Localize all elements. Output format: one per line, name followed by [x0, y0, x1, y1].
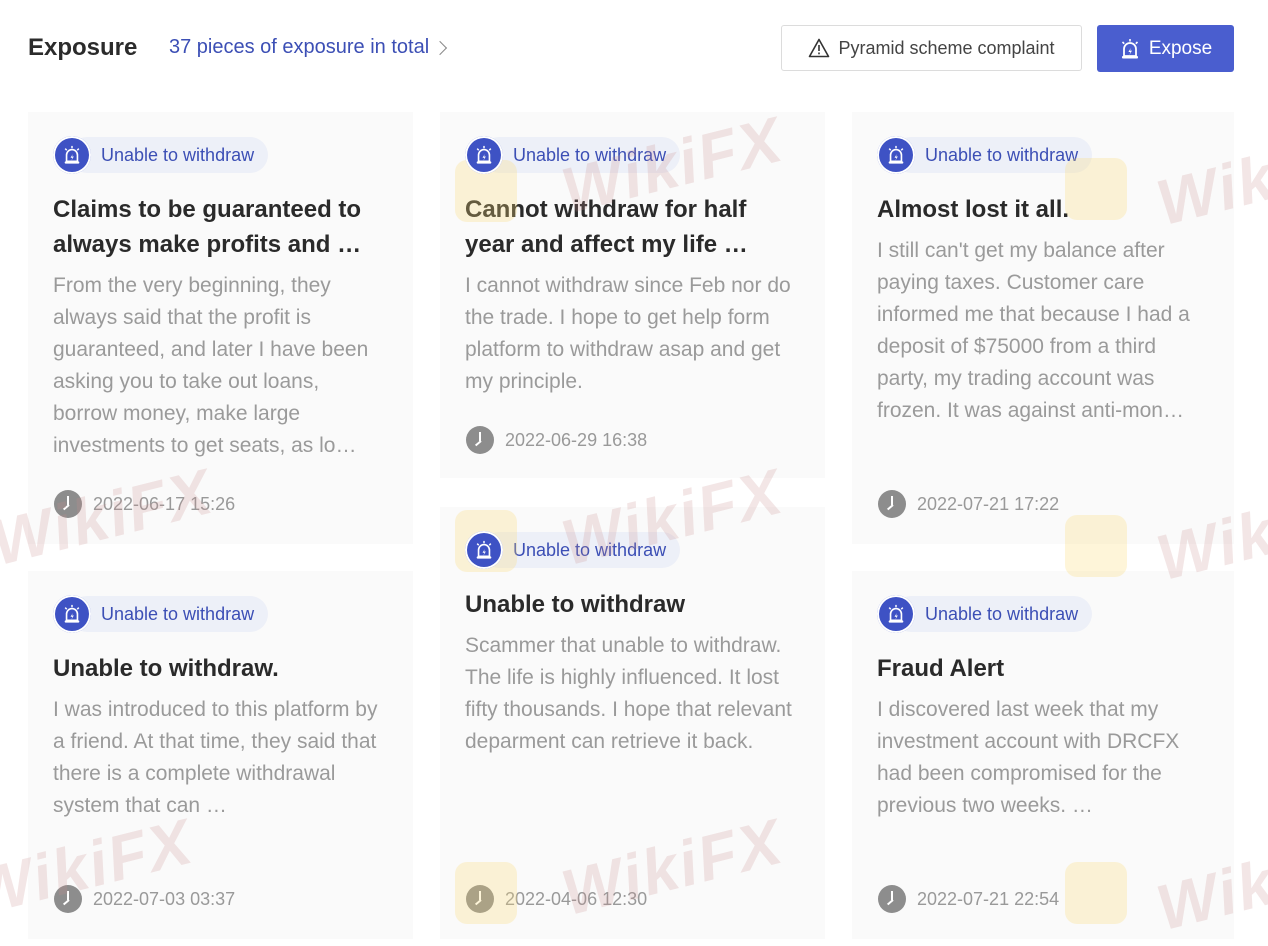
alarm-icon — [53, 136, 91, 174]
card-timestamp: 2022-06-29 16:38 — [466, 426, 647, 454]
exposure-header: Exposure 37 pieces of exposure in total … — [0, 0, 1268, 100]
card-date-text: 2022-06-29 16:38 — [505, 429, 648, 450]
exposure-card[interactable]: Unable to withdraw Fraud Alert I discove… — [852, 571, 1234, 939]
card-title: Unable to withdraw. — [53, 655, 279, 682]
alarm-icon — [465, 136, 503, 174]
alarm-icon — [1121, 38, 1138, 58]
category-tag-label: Unable to withdraw — [69, 137, 269, 173]
card-title: Claims to be guaranteed to always make p… — [53, 196, 362, 258]
alarm-icon — [465, 531, 503, 569]
page-title: Exposure — [28, 34, 138, 61]
category-tag-label: Unable to withdraw — [481, 137, 681, 173]
clock-icon — [878, 490, 906, 518]
category-tag: Unable to withdraw — [877, 595, 1093, 633]
category-tag: Unable to withdraw — [465, 136, 681, 174]
exposure-card[interactable]: Unable to withdraw Claims to be guarante… — [28, 112, 413, 544]
card-body: From the very beginning, they always sai… — [53, 274, 369, 457]
category-tag-label: Unable to withdraw — [893, 137, 1093, 173]
expose-button[interactable]: Expose — [1097, 25, 1234, 72]
complaint-button-label: Pyramid scheme complaint — [838, 37, 1055, 58]
clock-icon — [466, 885, 494, 913]
chevron-right-icon — [433, 40, 448, 55]
category-tag-label: Unable to withdraw — [69, 596, 269, 632]
exposure-card[interactable]: Unable to withdraw Cannot withdraw for h… — [440, 112, 825, 478]
category-tag-label: Unable to withdraw — [893, 596, 1093, 632]
clock-icon — [54, 490, 82, 518]
category-tag: Unable to withdraw — [877, 136, 1093, 174]
card-date-text: 2022-07-21 22:54 — [917, 888, 1060, 909]
card-body: Scammer that unable to withdraw. The lif… — [465, 634, 792, 753]
card-title: Unable to withdraw — [465, 591, 686, 618]
card-date-text: 2022-07-21 17:22 — [917, 493, 1060, 514]
card-title: Almost lost it all. — [877, 196, 1070, 223]
card-timestamp: 2022-06-17 15:26 — [54, 490, 235, 518]
card-date-text: 2022-04-06 12:30 — [505, 888, 648, 909]
card-body: I still can't get my balance after payin… — [877, 239, 1190, 422]
expose-button-label: Expose — [1148, 37, 1213, 59]
warning-icon — [809, 38, 830, 58]
card-timestamp: 2022-07-21 17:22 — [878, 490, 1059, 518]
category-tag: Unable to withdraw — [53, 136, 269, 174]
exposure-count-label: 37 pieces of exposure in total — [169, 36, 430, 58]
exposure-card[interactable]: Unable to withdraw Almost lost it all. I… — [852, 112, 1234, 544]
card-body: I cannot withdraw since Feb nor do the t… — [465, 274, 791, 393]
pyramid-scheme-complaint-button[interactable]: Pyramid scheme complaint — [781, 25, 1082, 71]
clock-icon — [54, 885, 82, 913]
alarm-icon — [877, 136, 915, 174]
card-body: I was introduced to this platform by a f… — [53, 698, 378, 817]
clock-icon — [878, 885, 906, 913]
card-body: I discovered last week that my investmen… — [877, 698, 1180, 817]
alarm-icon — [53, 595, 91, 633]
card-title: Fraud Alert — [877, 655, 1005, 682]
card-timestamp: 2022-04-06 12:30 — [466, 885, 647, 913]
exposure-card[interactable]: Unable to withdraw Unable to withdraw Sc… — [440, 507, 825, 939]
card-title: Cannot withdraw for half year and affect… — [465, 196, 748, 258]
card-date-text: 2022-06-17 15:26 — [93, 493, 236, 514]
category-tag: Unable to withdraw — [53, 595, 269, 633]
card-timestamp: 2022-07-21 22:54 — [878, 885, 1059, 913]
exposure-count-link[interactable]: 37 pieces of exposure in total — [169, 36, 448, 59]
category-tag-label: Unable to withdraw — [481, 532, 681, 568]
exposure-card[interactable]: Unable to withdraw Unable to withdraw. I… — [28, 571, 413, 939]
clock-icon — [466, 426, 494, 454]
card-timestamp: 2022-07-03 03:37 — [54, 885, 235, 913]
card-date-text: 2022-07-03 03:37 — [93, 888, 236, 909]
category-tag: Unable to withdraw — [465, 531, 681, 569]
alarm-icon — [877, 595, 915, 633]
